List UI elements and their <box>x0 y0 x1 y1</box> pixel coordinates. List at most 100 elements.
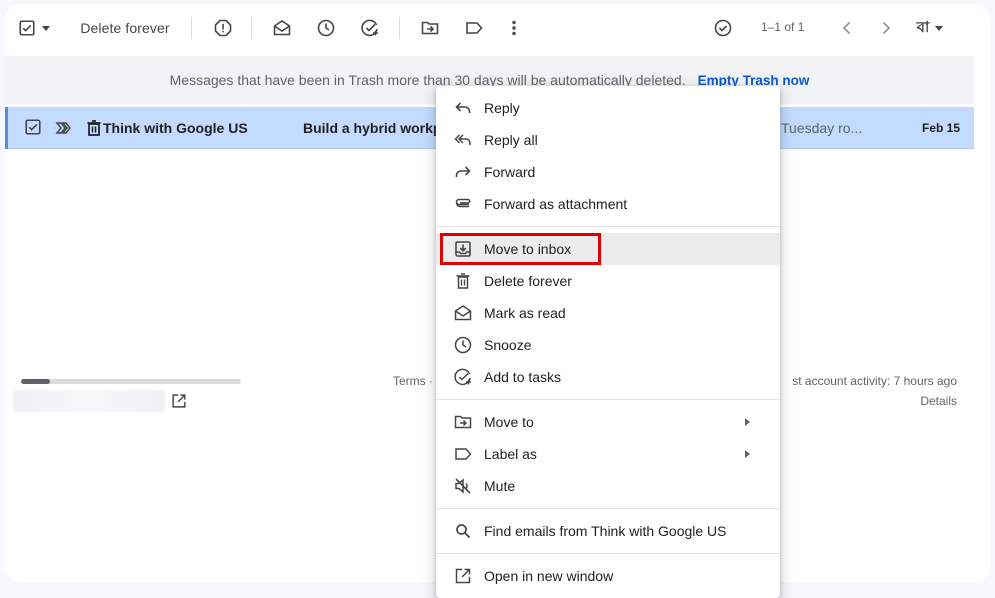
mail-open-icon <box>273 20 291 36</box>
storage-info-blurred <box>13 390 165 412</box>
menu-item-open-new-window[interactable]: Open in new window <box>436 560 780 592</box>
report-spam-icon <box>214 19 232 37</box>
open-in-new-icon <box>453 566 473 586</box>
menu-item-label: Mark as read <box>484 305 566 321</box>
submenu-arrow-icon <box>745 418 750 426</box>
folder-move-icon <box>421 21 439 35</box>
attachment-icon <box>453 194 473 214</box>
menu-divider <box>436 399 780 400</box>
check-circle-icon <box>714 19 732 37</box>
clock-icon <box>453 335 473 355</box>
search-icon <box>453 521 473 541</box>
folder-move-icon <box>453 412 473 432</box>
chevron-right-icon <box>882 21 891 35</box>
menu-item-label: Move to inbox <box>484 241 572 257</box>
menu-item-add-to-tasks[interactable]: Add to tasks <box>436 361 780 393</box>
submenu-arrow-icon <box>745 450 750 458</box>
move-to-inbox-icon <box>453 239 473 259</box>
trash-marker <box>84 118 104 138</box>
menu-item-label: Label as <box>484 446 537 462</box>
email-snippet: Tuesday ro... <box>781 120 863 136</box>
menu-item-forward-as-attachment[interactable]: Forward as attachment <box>436 188 780 220</box>
menu-item-reply-all[interactable]: Reply all <box>436 124 780 156</box>
menu-item-label: Reply all <box>484 132 538 148</box>
delete-forever-button[interactable]: Delete forever <box>73 14 177 42</box>
input-tools-button[interactable]: বা <box>910 14 950 42</box>
open-in-new-icon <box>172 394 186 408</box>
toolbar-divider <box>251 17 252 39</box>
forward-icon <box>453 162 473 182</box>
row-checkbox[interactable] <box>24 118 44 138</box>
menu-divider <box>436 508 780 509</box>
menu-item-find-emails[interactable]: Find emails from Think with Google US <box>436 515 780 547</box>
mark-as-read-button[interactable] <box>268 14 296 42</box>
clock-icon <box>317 19 335 37</box>
menu-item-reply[interactable]: Reply <box>436 92 780 124</box>
storage-meter <box>21 379 241 384</box>
terms-link[interactable]: Terms · <box>393 374 433 388</box>
details-link[interactable]: Details <box>920 394 957 408</box>
input-tools-label: বা <box>916 17 930 36</box>
chevron-down-icon <box>935 25 944 31</box>
menu-item-mute[interactable]: Mute <box>436 470 780 502</box>
chevron-left-icon <box>842 21 851 35</box>
snooze-button[interactable] <box>312 14 340 42</box>
email-date: Feb 15 <box>922 121 961 135</box>
toolbar: Delete forever 1–1 of 1 বা <box>5 4 990 52</box>
checkbox-checked-icon <box>25 119 41 135</box>
older-button[interactable] <box>872 14 900 42</box>
chevron-down-icon <box>42 25 50 31</box>
menu-item-label: Mute <box>484 478 516 494</box>
menu-item-mark-as-read[interactable]: Mark as read <box>436 297 780 329</box>
menu-divider <box>436 553 780 554</box>
add-task-icon <box>453 367 473 387</box>
menu-item-move-to-inbox[interactable]: Move to inbox <box>436 233 780 265</box>
storage-link[interactable] <box>170 392 188 410</box>
menu-item-label: Delete forever <box>484 273 572 289</box>
menu-item-move-to[interactable]: Move to <box>436 406 780 438</box>
importance-icon <box>55 122 71 134</box>
toolbar-divider <box>191 17 192 39</box>
more-options-button[interactable] <box>500 14 528 42</box>
checkbox-checked-icon <box>19 20 35 36</box>
menu-item-label: Add to tasks <box>484 369 562 385</box>
label-icon <box>466 22 483 34</box>
importance-marker[interactable] <box>54 118 74 138</box>
select-all-checkbox[interactable] <box>15 14 53 42</box>
menu-item-label: Find emails from Think with Google US <box>484 523 727 539</box>
trash-icon <box>453 271 473 291</box>
email-subject: Build a hybrid workpl <box>303 120 443 136</box>
context-menu: Reply Reply all Forward Forward as attac… <box>436 86 780 598</box>
move-to-button[interactable] <box>416 14 444 42</box>
menu-item-label: Forward <box>484 164 536 180</box>
trash-icon <box>87 120 101 136</box>
menu-item-label: Move to <box>484 414 534 430</box>
pager-count: 1–1 of 1 <box>761 20 805 34</box>
menu-item-label: Open in new window <box>484 568 614 584</box>
menu-item-label: Reply <box>484 100 520 116</box>
tasks-status-button[interactable] <box>709 14 737 42</box>
menu-item-label-as[interactable]: Label as <box>436 438 780 470</box>
mute-icon <box>453 476 473 496</box>
reply-icon <box>453 98 473 118</box>
menu-item-label: Snooze <box>484 337 532 353</box>
add-to-tasks-button[interactable] <box>356 14 384 42</box>
menu-divider <box>436 226 780 227</box>
report-spam-button[interactable] <box>209 14 237 42</box>
storage-fill <box>21 379 50 384</box>
add-task-icon <box>361 19 378 37</box>
menu-item-delete-forever[interactable]: Delete forever <box>436 265 780 297</box>
delete-forever-label: Delete forever <box>80 20 170 36</box>
sender-name: Think with Google US <box>103 120 248 136</box>
menu-item-snooze[interactable]: Snooze <box>436 329 780 361</box>
newer-button[interactable] <box>833 14 861 42</box>
reply-all-icon <box>453 130 473 150</box>
label-as-button[interactable] <box>460 14 488 42</box>
mail-open-icon <box>453 303 473 323</box>
menu-item-label: Forward as attachment <box>484 196 628 212</box>
menu-item-forward[interactable]: Forward <box>436 156 780 188</box>
toolbar-divider <box>399 17 400 39</box>
account-activity-text: st account activity: 7 hours ago <box>792 374 957 388</box>
label-icon <box>453 444 473 464</box>
more-vert-icon <box>512 20 516 36</box>
